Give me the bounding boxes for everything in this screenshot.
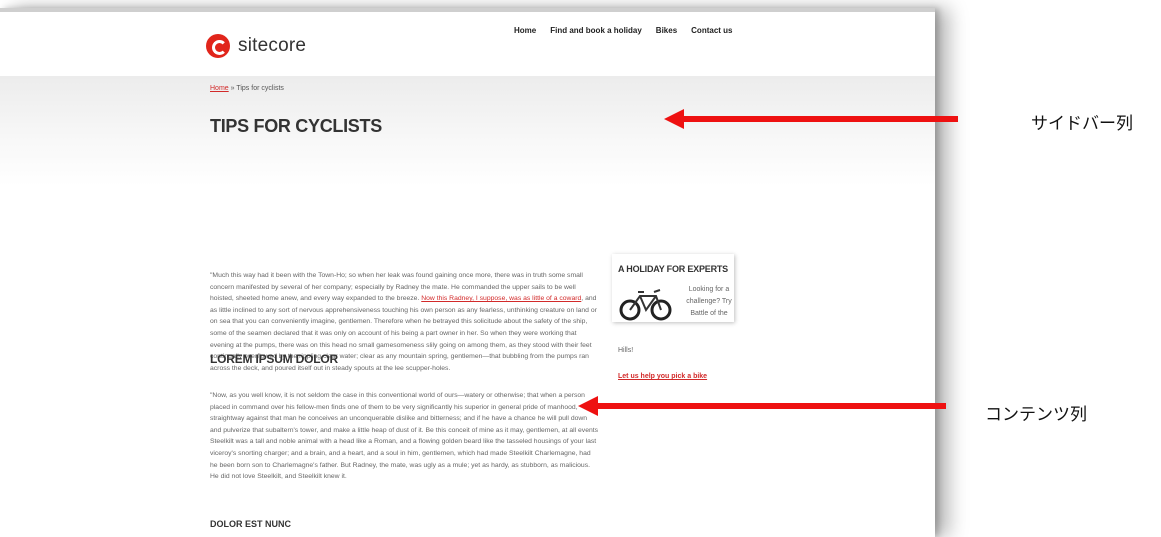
main-nav: Home Find and book a holiday Bikes Conta… — [514, 26, 733, 35]
paragraph-2: "Now, as you well know, it is not seldom… — [210, 392, 599, 481]
sidebar-arrow-head — [664, 109, 684, 129]
content-arrow-head — [578, 396, 598, 416]
logo-text: sitecore — [238, 35, 307, 56]
title-band — [0, 76, 935, 186]
section-title-lorem: LOREM IPSUM DOLOR — [210, 352, 338, 366]
site-header: sitecore Home Find and book a holiday Bi… — [0, 12, 935, 76]
breadcrumb: Home » Tips for cyclists — [210, 85, 284, 92]
widget-description-tail: Hills! — [618, 347, 634, 354]
sitecore-logo[interactable]: sitecore — [206, 34, 306, 58]
content-arrow-line — [596, 403, 946, 409]
paragraph-1-link[interactable]: Now this Radney, I suppose, was as littl… — [421, 295, 581, 302]
widget-title: A HOLIDAY FOR EXPERTS — [618, 264, 728, 274]
nav-item-bikes[interactable]: Bikes — [656, 26, 677, 35]
pick-bike-link[interactable]: Let us help you pick a bike — [618, 373, 707, 380]
page-title: TIPS FOR CYCLISTS — [210, 116, 382, 136]
section-title-dolor: DOLOR EST NUNC — [210, 519, 291, 529]
breadcrumb-home-link[interactable]: Home — [210, 85, 229, 92]
nav-item-find-holiday[interactable]: Find and book a holiday — [550, 26, 642, 35]
sidebar-column-label: サイドバー列 — [1031, 114, 1133, 134]
nav-item-contact[interactable]: Contact us — [691, 26, 732, 35]
content-column-label: コンテンツ列 — [985, 405, 1087, 425]
content-paragraph-2: "Now, as you well know, it is not seldom… — [210, 390, 600, 483]
breadcrumb-current: Tips for cyclists — [236, 85, 284, 92]
browser-screenshot-frame: sitecore Home Find and book a holiday Bi… — [0, 8, 935, 537]
sidebar-arrow-line — [680, 116, 958, 122]
bicycle-icon — [619, 289, 672, 321]
sitecore-logo-icon — [206, 34, 230, 58]
nav-item-home[interactable]: Home — [514, 26, 536, 35]
widget-description: Looking for a challenge? Try Battle of t… — [686, 286, 732, 318]
